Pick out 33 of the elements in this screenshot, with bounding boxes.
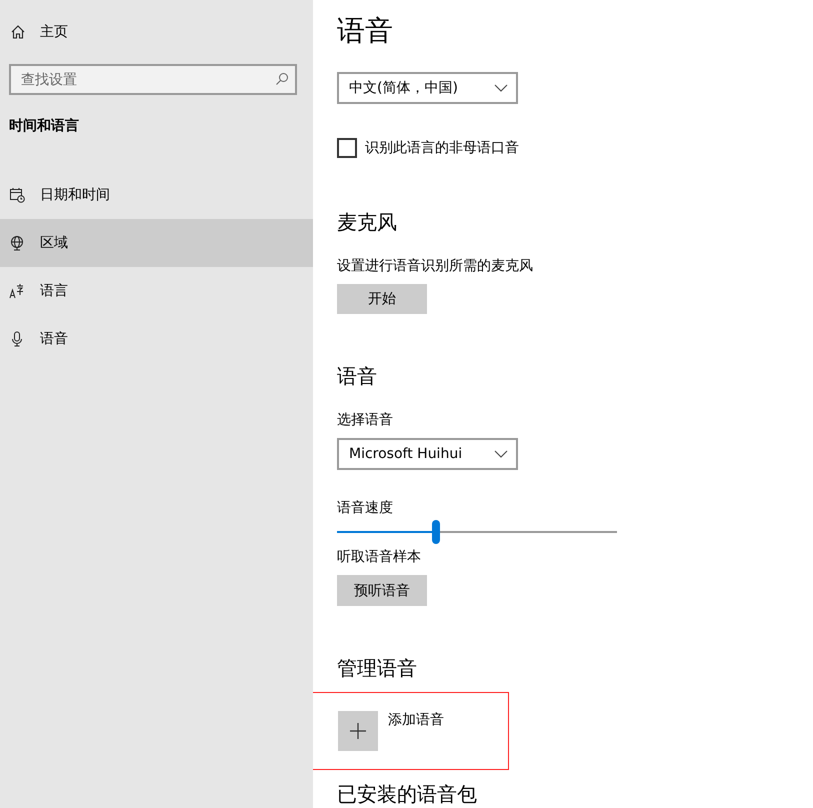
preview-button[interactable]: 预听语音	[337, 575, 427, 606]
section-heading: 管理语音	[337, 655, 417, 682]
chevron-down-icon	[494, 84, 508, 92]
home-link[interactable]: 主页	[0, 0, 313, 64]
search-icon	[275, 72, 289, 86]
checkbox-label: 识别此语言的非母语口音	[365, 138, 519, 156]
language-dropdown[interactable]: 中文(简体，中国)	[337, 72, 518, 104]
start-button[interactable]: 开始	[337, 284, 427, 314]
section-heading: 麦克风	[337, 208, 397, 236]
voice-dropdown[interactable]: Microsoft Huihui	[337, 438, 518, 470]
home-icon	[10, 24, 26, 40]
checkbox[interactable]	[337, 138, 357, 158]
section-heading: 已安装的语音包	[337, 781, 477, 808]
globe-icon	[9, 235, 25, 251]
add-voice-label[interactable]: 添加语音	[388, 711, 444, 729]
sidebar-item[interactable]: 语言	[0, 267, 313, 315]
microphone-icon	[9, 331, 25, 347]
speed-slider[interactable]	[337, 520, 617, 544]
slider-thumb[interactable]	[432, 520, 440, 544]
section-title: 时间和语言	[8, 116, 80, 136]
chevron-down-icon	[494, 450, 508, 458]
plus-icon	[349, 722, 367, 740]
sidebar-item[interactable]: 区域	[0, 219, 313, 267]
calendar-icon	[9, 187, 25, 203]
sidebar-item[interactable]: 语音	[0, 315, 313, 363]
field-label: 听取语音样本	[337, 548, 421, 568]
field-label: 语音速度	[337, 498, 393, 518]
search-field[interactable]: 查找设置	[9, 64, 297, 95]
section-heading: 语音	[337, 363, 377, 390]
font-icon	[9, 283, 25, 299]
field-label: 选择语音	[337, 411, 393, 430]
sidebar-item[interactable]: 日期和时间	[0, 171, 313, 219]
description-text: 设置进行语音识别所需的麦克风	[337, 256, 533, 276]
